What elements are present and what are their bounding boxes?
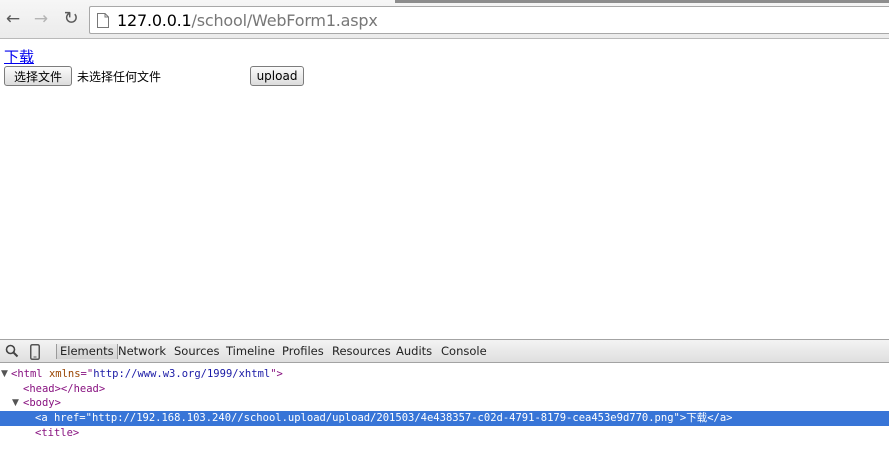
- tab-network[interactable]: Network: [118, 344, 166, 359]
- url-host: 127.0.0.1: [117, 10, 192, 30]
- body-tag: <body>: [23, 397, 61, 409]
- tab-resources[interactable]: Resources: [332, 344, 391, 359]
- dom-node-body[interactable]: ▼ <body>: [0, 396, 889, 411]
- attr-value: http://192.168.103.240//school.upload/up…: [91, 412, 674, 424]
- window-edge: [395, 0, 889, 3]
- url-path: /school/WebForm1.aspx: [191, 10, 378, 30]
- attr-name: href: [53, 412, 80, 424]
- reload-icon[interactable]: ↻: [61, 9, 81, 29]
- attr-eq: =": [79, 412, 92, 424]
- tag-open: <html: [11, 368, 43, 380]
- page-icon: [97, 12, 109, 28]
- anchor-text: 下载: [686, 412, 708, 424]
- tab-audits[interactable]: Audits: [396, 344, 432, 359]
- page-viewport: 下载 选择文件 未选择任何文件 upload: [0, 40, 889, 339]
- head-tag: <head></head>: [23, 383, 106, 395]
- tag-end: </a>: [707, 412, 733, 424]
- dom-tree: ▼ <html xmlns="http://www.w3.org/1999/xh…: [0, 364, 889, 455]
- attr-eq: =": [80, 368, 94, 380]
- forward-arrow-icon[interactable]: →: [31, 9, 51, 29]
- tag-close: ">: [673, 412, 687, 424]
- back-arrow-icon[interactable]: ←: [3, 9, 23, 29]
- devtools-toolbar: Elements Network Sources Timeline Profil…: [0, 339, 889, 363]
- address-bar[interactable]: 127.0.0.1/school/WebForm1.aspx: [89, 6, 889, 34]
- title-tag: <title>: [35, 427, 80, 439]
- dom-node-head[interactable]: <head></head>: [0, 382, 889, 397]
- no-file-chosen-label: 未选择任何文件: [77, 70, 162, 84]
- upload-button[interactable]: upload: [250, 66, 304, 86]
- tab-elements[interactable]: Elements: [56, 344, 118, 359]
- search-icon[interactable]: [5, 344, 19, 358]
- download-link[interactable]: 下载: [4, 46, 34, 67]
- browser-toolbar: ← → ↻ 127.0.0.1/school/WebForm1.aspx: [0, 0, 889, 39]
- attr-name: xmlns: [48, 368, 81, 380]
- url-text[interactable]: 127.0.0.1/school/WebForm1.aspx: [117, 11, 378, 30]
- tab-timeline[interactable]: Timeline: [226, 344, 275, 359]
- device-mode-icon[interactable]: [30, 344, 40, 360]
- dom-node-html[interactable]: ▼ <html xmlns="http://www.w3.org/1999/xh…: [0, 367, 889, 382]
- tab-sources[interactable]: Sources: [174, 344, 220, 359]
- expand-triangle-icon[interactable]: ▼: [1, 367, 8, 382]
- dom-node-anchor[interactable]: <a href="http://192.168.103.240//school.…: [0, 411, 889, 426]
- expand-triangle-icon[interactable]: ▼: [12, 396, 19, 411]
- tab-profiles[interactable]: Profiles: [282, 344, 324, 359]
- tag-close: ">: [270, 368, 283, 380]
- dom-node-title[interactable]: <title>: [0, 426, 889, 441]
- attr-value: http://www.w3.org/1999/xhtml: [93, 368, 271, 380]
- tag-open: <a: [35, 412, 48, 424]
- tab-console[interactable]: Console: [441, 344, 487, 359]
- choose-file-button[interactable]: 选择文件: [4, 66, 72, 86]
